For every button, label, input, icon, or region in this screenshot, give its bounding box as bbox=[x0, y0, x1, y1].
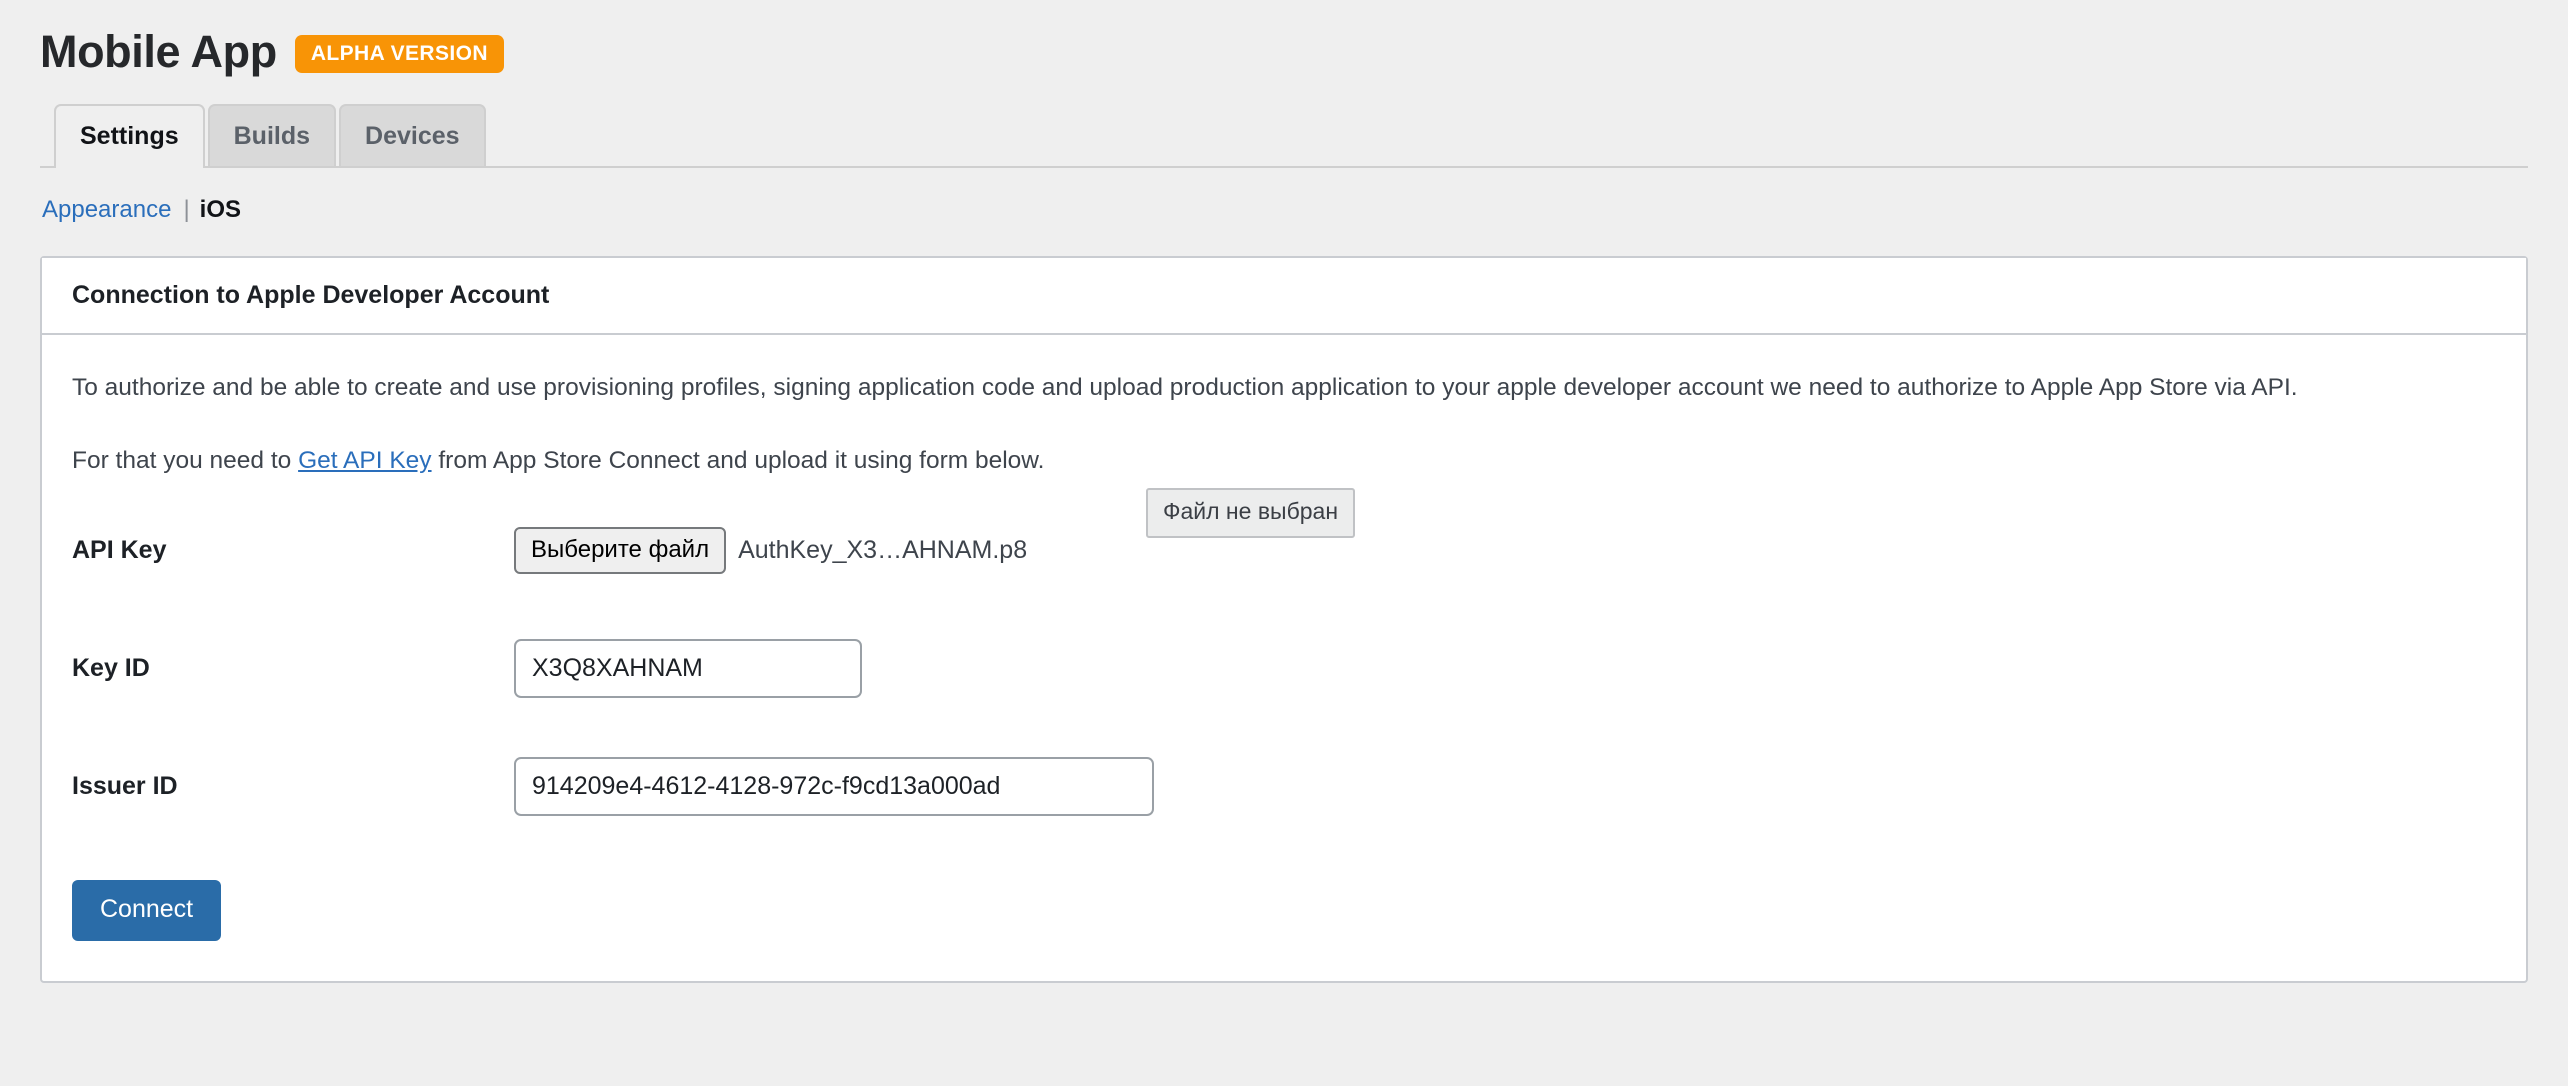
panel-header: Connection to Apple Developer Account bbox=[42, 258, 2526, 335]
issuer-id-input[interactable] bbox=[514, 756, 1154, 816]
page-title: Mobile App bbox=[40, 25, 277, 77]
tab-bar: Settings Builds Devices bbox=[40, 94, 2528, 168]
file-status-tooltip: Файл не выбран bbox=[1146, 488, 1356, 538]
panel-title: Connection to Apple Developer Account bbox=[72, 281, 550, 309]
key-id-input[interactable] bbox=[514, 638, 862, 698]
tab-settings-label: Settings bbox=[80, 122, 179, 151]
issuer-id-control bbox=[514, 756, 1154, 816]
key-id-control bbox=[514, 638, 862, 698]
form-row-key-id: Key ID bbox=[72, 632, 2496, 704]
panel-body: To authorize and be able to create and u… bbox=[42, 335, 2526, 981]
instruction-paragraph: For that you need to Get API Key from Ap… bbox=[72, 442, 2496, 481]
connection-panel: Connection to Apple Developer Account To… bbox=[40, 256, 2528, 983]
status-badge: ALPHA VERSION bbox=[294, 35, 504, 73]
page-header: Mobile App ALPHA VERSION bbox=[40, 0, 2568, 77]
tab-builds[interactable]: Builds bbox=[207, 104, 337, 166]
intro-paragraph: To authorize and be able to create and u… bbox=[72, 374, 2298, 401]
selected-file-name: AuthKey_X3…AHNAM.p8 bbox=[738, 535, 1028, 564]
choose-file-button[interactable]: Выберите файл bbox=[514, 526, 727, 575]
api-key-control: Выберите файл AuthKey_X3…AHNAM.p8 bbox=[514, 526, 1028, 575]
instruction-text-before: For that you need to bbox=[72, 446, 299, 474]
subnav-link-appearance[interactable]: Appearance bbox=[42, 196, 171, 224]
tab-builds-label: Builds bbox=[233, 122, 311, 151]
tab-devices[interactable]: Devices bbox=[339, 104, 486, 166]
api-key-label: API Key bbox=[72, 536, 167, 565]
breadcrumb-separator: | bbox=[183, 196, 190, 223]
form-row-issuer-id: Issuer ID bbox=[72, 750, 2496, 822]
connect-button[interactable]: Connect bbox=[72, 880, 222, 941]
issuer-id-label: Issuer ID bbox=[72, 772, 178, 801]
get-api-key-link[interactable]: Get API Key bbox=[298, 447, 431, 474]
tab-settings[interactable]: Settings bbox=[54, 104, 205, 168]
subnav-current-ios: iOS bbox=[199, 196, 242, 223]
instruction-text-after: from App Store Connect and upload it usi… bbox=[431, 446, 1045, 474]
breadcrumb: Appearance | iOS bbox=[40, 196, 2568, 224]
key-id-label: Key ID bbox=[72, 654, 150, 683]
tab-devices-label: Devices bbox=[365, 122, 460, 151]
